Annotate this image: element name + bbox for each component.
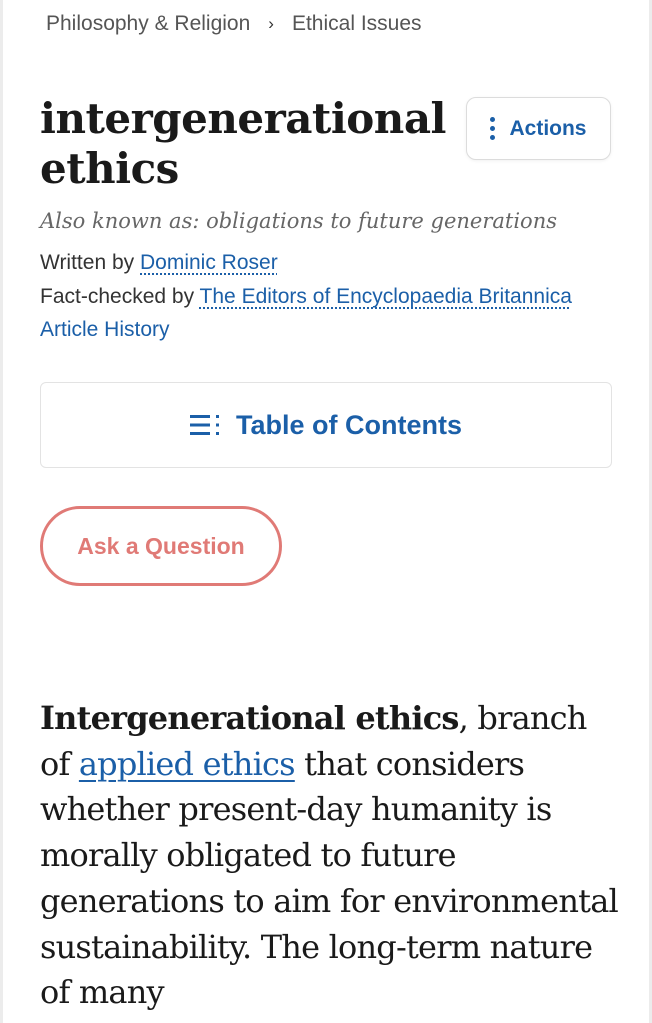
chevron-right-icon: ›: [268, 14, 274, 33]
ask-question-label: Ask a Question: [77, 532, 245, 559]
page-title: intergenerational ethics: [40, 94, 447, 193]
list-icon: [190, 415, 219, 435]
actions-button[interactable]: Actions: [466, 97, 611, 160]
fact-checked-label: Fact-checked by: [40, 285, 195, 308]
left-edge: [0, 0, 3, 1023]
article-history-link[interactable]: Article History: [40, 318, 170, 342]
table-of-contents-button[interactable]: Table of Contents: [40, 382, 612, 468]
breadcrumb: Philosophy & Religion › Ethical Issues: [46, 12, 422, 36]
lead-term: Intergenerational ethics: [40, 699, 459, 737]
body-text-rest: that considers whether present-day human…: [40, 744, 619, 1012]
breadcrumb-item-ethical-issues[interactable]: Ethical Issues: [292, 12, 422, 36]
actions-label: Actions: [509, 116, 587, 140]
fact-checked-line: Fact-checked by The Editors of Encyclopa…: [40, 285, 572, 309]
toc-label: Table of Contents: [236, 409, 462, 440]
also-known-as: Also known as: obligations to future gen…: [40, 209, 557, 233]
applied-ethics-link[interactable]: applied ethics: [79, 745, 296, 783]
written-by-line: Written by Dominic Roser: [40, 251, 278, 275]
author-link[interactable]: Dominic Roser: [140, 251, 278, 274]
kebab-icon: [490, 117, 496, 140]
written-by-label: Written by: [40, 251, 135, 274]
ask-question-button[interactable]: Ask a Question: [40, 506, 282, 586]
fact-checker-link[interactable]: The Editors of Encyclopaedia Britannica: [200, 285, 572, 308]
breadcrumb-item-philosophy[interactable]: Philosophy & Religion: [46, 12, 250, 36]
article-body-paragraph: Intergenerational ethics, branch of appl…: [40, 696, 625, 1016]
